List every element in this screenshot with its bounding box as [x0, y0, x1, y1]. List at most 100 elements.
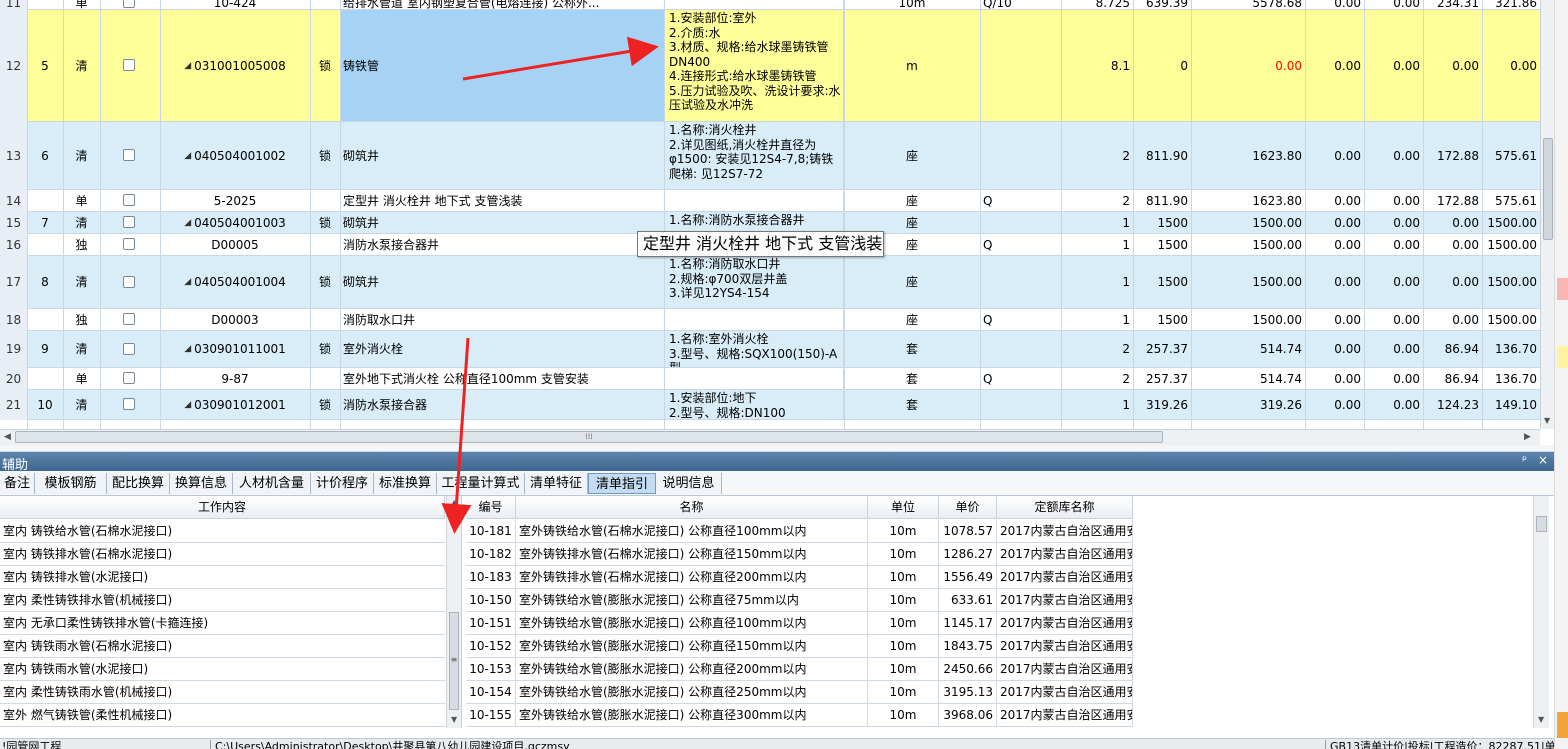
- qty-formula[interactable]: Q/10: [980, 0, 1061, 9]
- tab-7[interactable]: 工程量计算式: [437, 473, 525, 494]
- quota-code[interactable]: 10-155: [466, 704, 516, 727]
- lock-flag[interactable]: 锁: [310, 331, 340, 367]
- tab-6[interactable]: 标准换算: [374, 473, 437, 494]
- quota-price[interactable]: 1556.49: [939, 566, 997, 589]
- item-name[interactable]: 给排水管道 室内钢塑复合管(电熔连接) 公称外...: [340, 0, 664, 9]
- item-feature[interactable]: 1.安装部位:地下 2.型号、规格:DN100: [664, 391, 844, 419]
- quota-unit[interactable]: 10m: [868, 658, 939, 681]
- row-number[interactable]: 13: [0, 122, 27, 189]
- quota-code[interactable]: 10-152: [466, 635, 516, 658]
- cost-c3[interactable]: 86.94: [1423, 331, 1482, 367]
- quota-name[interactable]: 室外铸铁给水管(膨胀水泥接口) 公称直径100mm以内: [516, 612, 868, 635]
- cost-c4[interactable]: 0.00: [1482, 10, 1540, 121]
- cost-c4[interactable]: 575.61: [1482, 122, 1540, 189]
- cost-c2[interactable]: 0.00: [1364, 390, 1423, 419]
- work-content-item[interactable]: 室内 铸铁排水管(石棉水泥接口): [0, 543, 445, 566]
- lock-flag[interactable]: 锁: [310, 10, 340, 121]
- total-price[interactable]: 1500.00: [1191, 256, 1305, 308]
- item-name[interactable]: 消防水泵接合器井: [340, 234, 664, 255]
- quota-unit[interactable]: 10m: [868, 566, 939, 589]
- quota-lib[interactable]: 2017内蒙古自治区通用安装工...: [997, 589, 1133, 612]
- item-unit[interactable]: 座: [844, 122, 980, 189]
- expand-icon[interactable]: ◢: [184, 342, 191, 356]
- item-feature[interactable]: 1.名称:消防取水口井 2.规格:φ700双层井盖 3.详见12YS4-154: [664, 257, 844, 308]
- qty-formula[interactable]: [980, 331, 1061, 367]
- unit-price[interactable]: 1500: [1133, 309, 1191, 330]
- unit-price[interactable]: 257.37: [1133, 368, 1191, 389]
- item-unit[interactable]: 套: [844, 331, 980, 367]
- cost-c2[interactable]: 0.00: [1364, 122, 1423, 189]
- quota-code[interactable]: 10-154: [466, 681, 516, 704]
- right-scroll-thumb[interactable]: [1536, 516, 1547, 532]
- item-unit[interactable]: m: [844, 10, 980, 121]
- expand-icon[interactable]: ◢: [184, 275, 191, 289]
- item-feature[interactable]: [664, 0, 844, 9]
- total-price[interactable]: 1623.80: [1191, 190, 1305, 211]
- unit-price[interactable]: 319.26: [1133, 390, 1191, 419]
- item-feature[interactable]: 1.名称:消防水泵接合器井: [664, 213, 844, 233]
- quota-lib[interactable]: 2017内蒙古自治区通用安装工...: [997, 520, 1133, 543]
- lock-flag[interactable]: 锁: [310, 212, 340, 233]
- item-qty[interactable]: 2: [1061, 122, 1133, 189]
- splitter[interactable]: [0, 445, 1554, 452]
- seq-number[interactable]: 6: [27, 122, 63, 189]
- seq-number[interactable]: 9: [27, 331, 63, 367]
- cost-c2[interactable]: 0.00: [1364, 256, 1423, 308]
- item-name[interactable]: 消防取水口井: [340, 309, 664, 330]
- close-icon[interactable]: ×: [1538, 453, 1548, 467]
- cost-c4[interactable]: 149.10: [1482, 390, 1540, 419]
- item-qty[interactable]: 8.725: [1061, 0, 1133, 9]
- expand-icon[interactable]: ◢: [184, 398, 191, 412]
- left-vscrollbar[interactable]: ▲ ≡ ▼: [446, 496, 461, 728]
- tab-0[interactable]: 备注: [0, 473, 35, 494]
- quota-price[interactable]: 2450.66: [939, 658, 997, 681]
- work-content-item[interactable]: 室外 燃气铸铁管(柔性机械接口): [0, 704, 445, 727]
- quota-lib[interactable]: 2017内蒙古自治区通用安装工...: [997, 566, 1133, 589]
- quota-name[interactable]: 室外铸铁给水管(膨胀水泥接口) 公称直径300mm以内: [516, 704, 868, 727]
- lock-flag[interactable]: 锁: [310, 390, 340, 419]
- tab-5[interactable]: 计价程序: [311, 473, 374, 494]
- unit-price[interactable]: 1500: [1133, 212, 1191, 233]
- cost-c3[interactable]: 0.00: [1423, 256, 1482, 308]
- quota-name[interactable]: 室外铸铁给水管(膨胀水泥接口) 公称直径250mm以内: [516, 681, 868, 704]
- total-price[interactable]: 1623.80: [1191, 122, 1305, 189]
- row-number[interactable]: 20: [0, 368, 27, 389]
- row-number[interactable]: 16: [0, 234, 27, 255]
- lock-flag[interactable]: [310, 190, 340, 211]
- item-type[interactable]: 清: [63, 122, 100, 189]
- scroll-down-icon[interactable]: ▼: [1544, 416, 1550, 425]
- item-code[interactable]: ◢ 040504001003: [160, 212, 310, 233]
- total-price[interactable]: 0.00: [1191, 10, 1305, 121]
- tab-9[interactable]: 清单指引: [588, 473, 656, 494]
- quota-price[interactable]: 1286.27: [939, 543, 997, 566]
- quota-unit[interactable]: 10m: [868, 681, 939, 704]
- item-feature[interactable]: 1.安装部位:室外 2.介质:水 3.材质、规格:给水球墨铸铁管DN400 4.…: [664, 11, 844, 121]
- cost-c1[interactable]: 0.00: [1305, 10, 1364, 121]
- item-code[interactable]: ◢ 030901011001: [160, 331, 310, 367]
- row-checkbox[interactable]: [123, 149, 135, 161]
- cost-c4[interactable]: 1500.00: [1482, 256, 1540, 308]
- scroll-up-icon[interactable]: ▲: [451, 498, 457, 507]
- seq-number[interactable]: 10: [27, 390, 63, 419]
- cost-c1[interactable]: 0.00: [1305, 331, 1364, 367]
- quota-unit[interactable]: 10m: [868, 704, 939, 727]
- work-content-item[interactable]: 室内 铸铁雨水管(石棉水泥接口): [0, 635, 445, 658]
- row-number[interactable]: 12: [0, 10, 27, 121]
- item-type[interactable]: 清: [63, 10, 100, 121]
- lock-flag[interactable]: [310, 368, 340, 389]
- unit-price[interactable]: 811.90: [1133, 190, 1191, 211]
- row-checkbox[interactable]: [123, 372, 135, 384]
- row-checkbox[interactable]: [123, 59, 135, 71]
- item-type[interactable]: 独: [63, 309, 100, 330]
- item-code[interactable]: 10-424: [160, 0, 310, 9]
- cost-c3[interactable]: 0.00: [1423, 234, 1482, 255]
- unit-price[interactable]: 1500: [1133, 256, 1191, 308]
- cost-c1[interactable]: 0.00: [1305, 212, 1364, 233]
- item-feature[interactable]: [664, 191, 844, 211]
- cost-c2[interactable]: 0.00: [1364, 10, 1423, 121]
- scroll-left-icon[interactable]: ◀: [4, 432, 11, 442]
- quota-price[interactable]: 3195.13: [939, 681, 997, 704]
- cost-c2[interactable]: 0.00: [1364, 190, 1423, 211]
- item-name[interactable]: 定型井 消火栓井 地下式 支管浅装: [340, 190, 664, 211]
- quota-unit[interactable]: 10m: [868, 635, 939, 658]
